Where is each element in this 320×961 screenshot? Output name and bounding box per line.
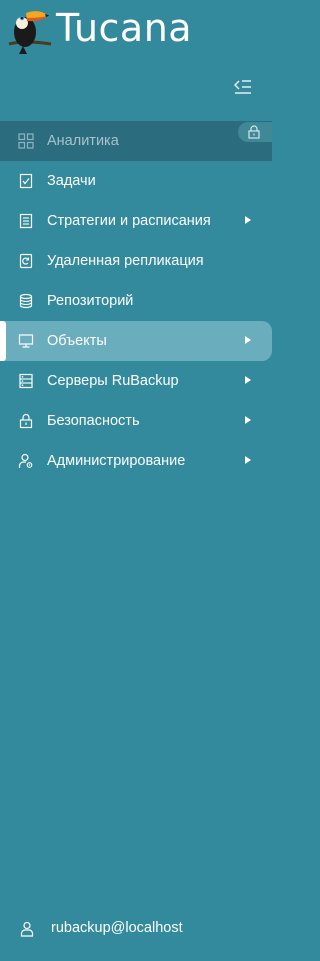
admin-user-icon <box>18 453 33 468</box>
sidebar-item-label: Администрирование <box>47 453 186 469</box>
sidebar-item-label: Безопасность <box>47 413 140 429</box>
submenu-arrow-icon <box>245 456 251 464</box>
sidebar-item-label: Репозиторий <box>47 293 134 309</box>
submenu-arrow-icon <box>245 216 251 224</box>
document-list-icon <box>19 213 33 229</box>
submenu-arrow-icon <box>245 416 251 424</box>
sidebar-item-label: Объекты <box>47 333 107 349</box>
submenu-arrow-icon <box>245 336 251 344</box>
sidebar-item-label: Серверы RuBackup <box>47 373 179 389</box>
toucan-logo-icon <box>8 11 52 54</box>
lock-icon <box>19 413 33 429</box>
sidebar-item-repository[interactable]: Репозиторий <box>0 281 272 321</box>
locked-badge <box>238 122 272 142</box>
sync-document-icon <box>19 253 33 269</box>
user-name: rubackup@localhost <box>51 920 183 936</box>
sidebar-item-remote-replication[interactable]: Удаленная репликация <box>0 241 272 281</box>
current-user[interactable]: rubackup@localhost <box>0 910 272 950</box>
user-icon <box>20 921 34 937</box>
app-title: Tucana <box>56 6 193 50</box>
sidebar-item-objects[interactable]: Объекты <box>0 321 272 361</box>
collapse-menu-icon[interactable] <box>233 78 253 96</box>
sidebar-item-label: Стратегии и расписания <box>47 213 211 229</box>
sidebar-item-security[interactable]: Безопасность <box>0 401 272 441</box>
server-icon <box>19 373 33 389</box>
sidebar-item-label: Задачи <box>47 173 96 189</box>
sidebar-item-analytics[interactable]: Аналитика <box>0 121 272 161</box>
sidebar-item-rubackup-servers[interactable]: Серверы RuBackup <box>0 361 272 401</box>
app-logo: Tucana <box>0 0 272 60</box>
grid-icon <box>18 133 34 149</box>
submenu-arrow-icon <box>245 376 251 384</box>
sidebar-item-administration[interactable]: Администрирование <box>0 441 272 481</box>
sidebar-item-label: Аналитика <box>47 133 119 149</box>
lock-icon <box>248 125 260 139</box>
sidebar-item-tasks[interactable]: Задачи <box>0 161 272 201</box>
monitor-icon <box>18 334 34 348</box>
sidebar-item-label: Удаленная репликация <box>47 253 204 269</box>
sidebar-menu: Аналитика Задачи Стратегии и расписания … <box>0 121 272 481</box>
clipboard-check-icon <box>19 173 33 189</box>
database-icon <box>19 293 33 309</box>
sidebar-item-strategies[interactable]: Стратегии и расписания <box>0 201 272 241</box>
